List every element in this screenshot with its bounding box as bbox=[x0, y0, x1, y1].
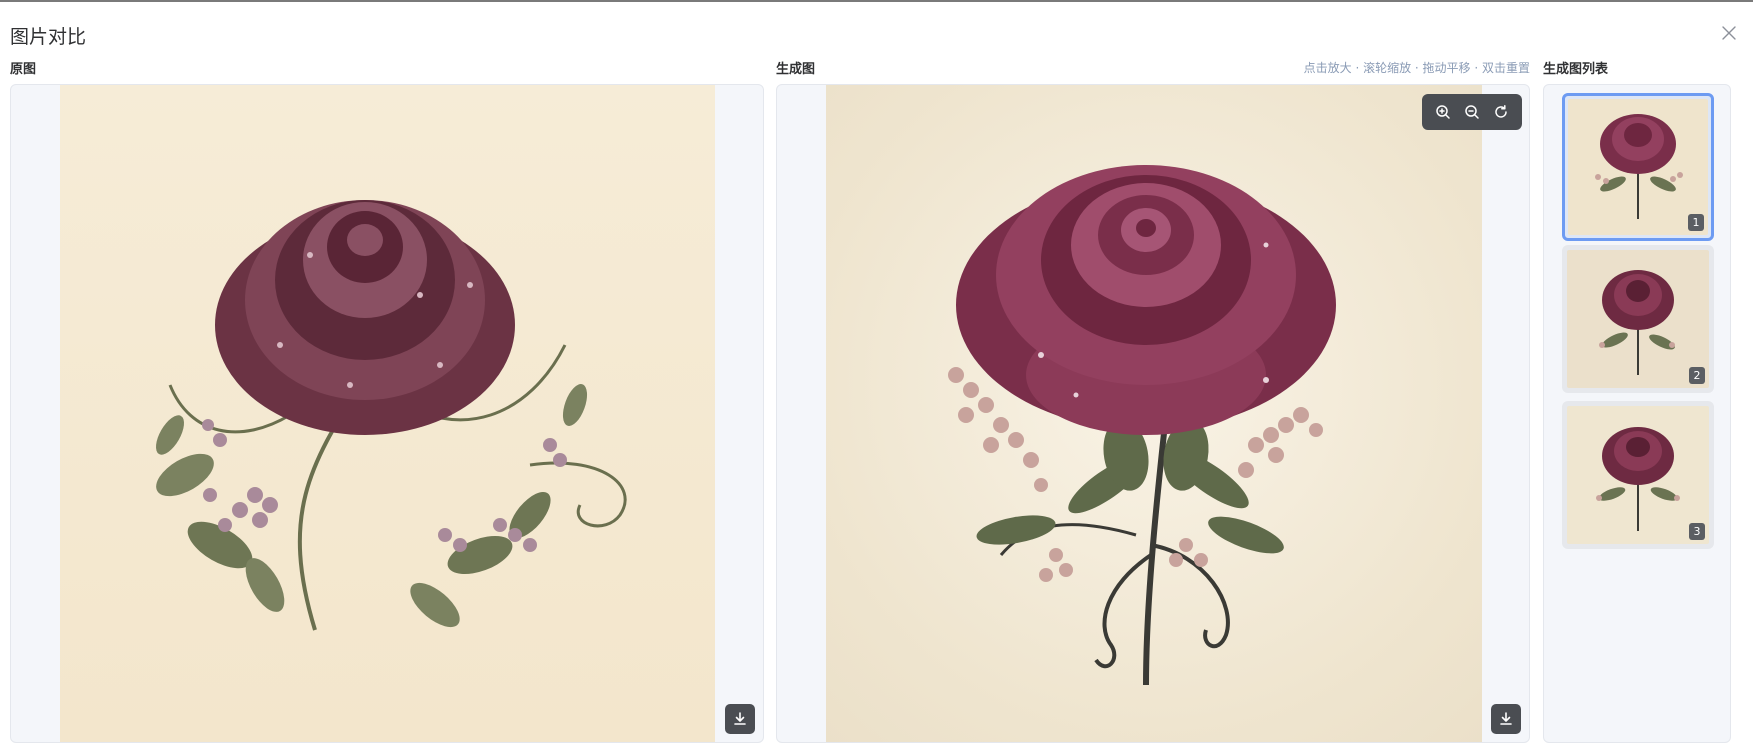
generated-rose bbox=[956, 165, 1336, 435]
reset-zoom-button[interactable] bbox=[1490, 101, 1512, 123]
generated-image-panel[interactable] bbox=[776, 84, 1530, 743]
window-top-border bbox=[0, 0, 1753, 2]
thumbnail-index: 1 bbox=[1688, 214, 1704, 231]
zoom-out-icon bbox=[1465, 105, 1479, 119]
original-label: 原图 bbox=[10, 62, 37, 77]
close-icon[interactable] bbox=[1720, 24, 1738, 42]
download-generated-button[interactable] bbox=[1491, 704, 1521, 734]
zoom-toolbar bbox=[1422, 94, 1522, 130]
generated-list-label: 生成图列表 bbox=[1543, 62, 1609, 77]
thumbnail-index: 2 bbox=[1689, 367, 1705, 384]
thumbnail-image: 3 bbox=[1567, 406, 1709, 544]
download-icon bbox=[1500, 712, 1512, 725]
reset-icon bbox=[1495, 105, 1508, 118]
generated-label: 生成图 bbox=[776, 62, 816, 77]
generated-thumbnail[interactable]: 3 bbox=[1562, 401, 1714, 549]
dialog-title: 图片对比 bbox=[10, 26, 87, 48]
download-icon bbox=[734, 712, 746, 725]
thumbnail-index: 3 bbox=[1689, 523, 1705, 540]
original-image-panel[interactable] bbox=[10, 84, 764, 743]
zoom-in-icon bbox=[1435, 105, 1450, 119]
zoom-in-button[interactable] bbox=[1432, 101, 1454, 123]
generated-image[interactable] bbox=[826, 85, 1482, 742]
zoom-out-button[interactable] bbox=[1461, 101, 1483, 123]
thumbnail-image: 1 bbox=[1568, 99, 1708, 235]
thumbnail-image: 2 bbox=[1567, 250, 1709, 388]
interaction-hint: 点击放大 · 滚轮缩放 · 拖动平移 · 双击重置 bbox=[1303, 61, 1530, 75]
original-blossoms bbox=[202, 419, 567, 552]
download-original-button[interactable] bbox=[725, 704, 755, 734]
original-image[interactable] bbox=[60, 85, 715, 742]
generated-thumbnail[interactable]: 2 bbox=[1562, 245, 1714, 393]
generated-list-panel: 1 2 3 bbox=[1543, 84, 1731, 743]
original-rose bbox=[215, 200, 515, 435]
generated-thumbnail[interactable]: 1 bbox=[1562, 93, 1714, 241]
